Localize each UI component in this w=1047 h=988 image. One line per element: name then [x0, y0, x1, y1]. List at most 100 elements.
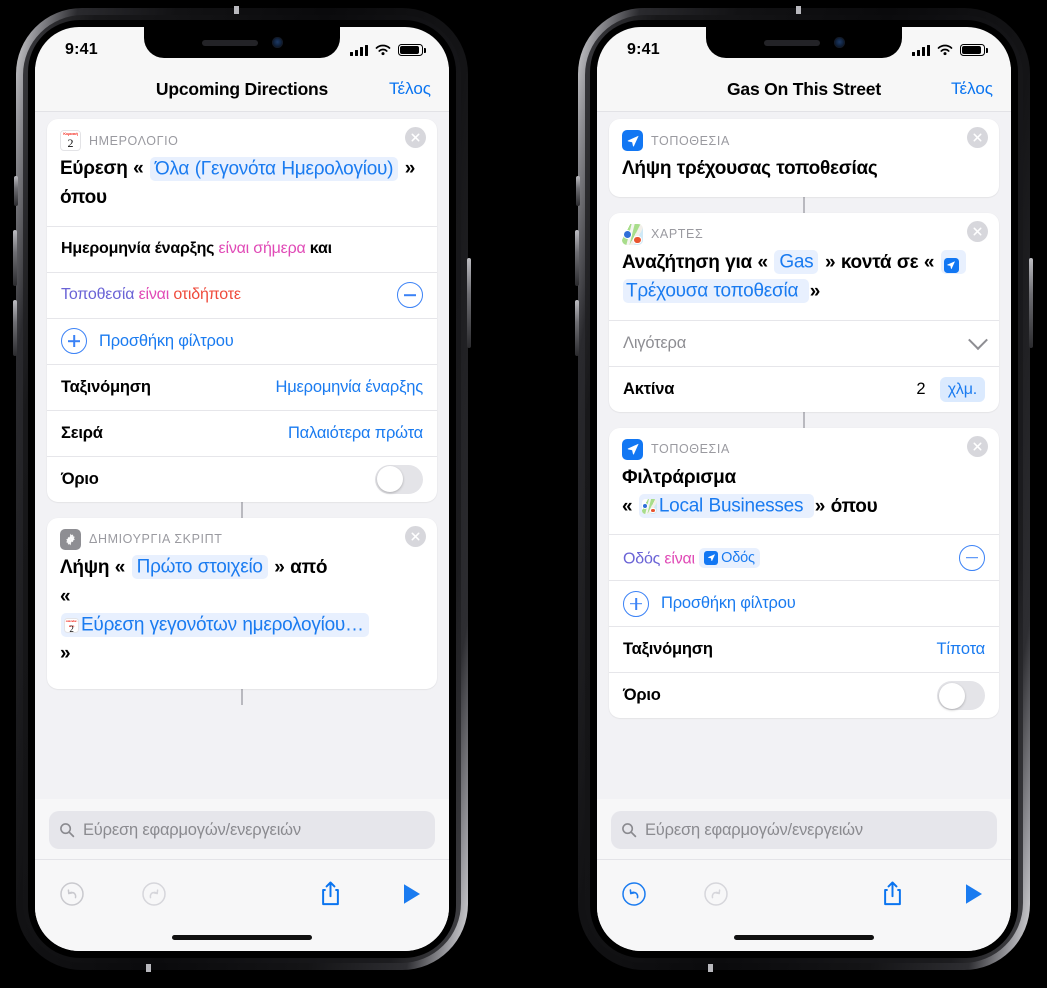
undo-icon[interactable] [57, 879, 87, 909]
action-description[interactable]: Αναζήτηση για « Gas » κοντά σε « Τρέχουσ… [609, 247, 999, 320]
done-button[interactable]: Τέλος [951, 79, 993, 99]
limit-row[interactable]: Όριο [609, 672, 999, 718]
mute-switch[interactable] [14, 176, 18, 206]
action-token-first-item[interactable]: Πρώτο στοιχείο [131, 555, 268, 580]
sort-row[interactable]: Ταξινόμηση Ημερομηνία έναρξης [47, 363, 437, 410]
search-container: Εύρεση εφαρμογών/ενεργειών [35, 799, 449, 859]
search-input[interactable]: Εύρεση εφαρμογών/ενεργειών [611, 811, 997, 849]
editor-toolbar [597, 859, 1011, 921]
close-circle-icon[interactable] [405, 127, 426, 148]
row-value[interactable]: Τίποτα [937, 640, 986, 659]
share-icon[interactable] [315, 879, 345, 909]
maps-icon [622, 223, 643, 245]
card-connector [241, 501, 243, 518]
second-open-guillemet: « [622, 495, 633, 517]
front-camera-icon [271, 37, 283, 48]
radius-unit-button[interactable]: χλμ. [939, 376, 985, 402]
filter-text: Ημερομηνία έναρξης είναι σήμερα και [61, 240, 332, 258]
remove-filter-button[interactable] [959, 544, 985, 571]
volume-down-button[interactable] [13, 300, 17, 356]
redo-icon[interactable] [139, 879, 169, 909]
close-circle-icon[interactable] [405, 525, 426, 547]
action-token-local-businesses[interactable]: Local Businesses [638, 494, 814, 518]
volume-up-button[interactable] [13, 230, 17, 286]
radius-row[interactable]: Ακτίνα 2 χλμ. [609, 365, 999, 412]
close-guillemet: » [824, 251, 836, 273]
action-card-filter-location[interactable]: ΤΟΠΟΘΕΣΙΑ Φιλτράρισμα « Local Businesses… [609, 427, 999, 719]
action-description[interactable]: Εύρεση « Όλα (Γεγονότα Ημερολογίου) » όπ… [47, 153, 437, 226]
filter-row-street[interactable]: Οδός είναι Οδός [609, 534, 999, 580]
close-guillemet: » [274, 556, 285, 578]
cellular-bars-icon [350, 44, 368, 56]
shortcut-actions-list[interactable]: ΤΟΠΟΘΕΣΙΑ Λήψη τρέχουσας τοποθεσίας ΧΑΡΤ… [597, 111, 1011, 799]
filter-row-date[interactable]: Ημερομηνία έναρξης είναι σήμερα και [47, 225, 437, 272]
remove-filter-button[interactable] [397, 282, 423, 309]
limit-row[interactable]: Όριο [47, 455, 437, 502]
plus-circle-icon[interactable] [623, 590, 649, 617]
add-filter-row[interactable]: Προσθήκη φίλτρου [47, 317, 437, 364]
home-indicator[interactable] [172, 935, 312, 940]
maps-icon [641, 499, 657, 514]
filter-value: οτιδήποτε [173, 286, 241, 304]
action-prefix: Εύρεση [60, 158, 128, 179]
action-token-query[interactable]: Gas [774, 250, 819, 275]
action-description[interactable]: Φιλτράρισμα « Local Businesses » όπου [609, 462, 999, 535]
bottom-bar: Εύρεση εφαρμογών/ενεργειών [35, 799, 449, 951]
wifi-icon [375, 44, 391, 56]
action-card-maps[interactable]: ΧΑΡΤΕΣ Αναζήτηση για « Gas » κοντά σε « [609, 212, 999, 412]
done-button[interactable]: Τέλος [389, 79, 431, 99]
close-circle-icon[interactable] [967, 435, 988, 457]
volume-up-button[interactable] [575, 230, 579, 286]
play-icon[interactable] [959, 879, 989, 909]
search-container: Εύρεση εφαρμογών/ενεργειών [597, 799, 1011, 859]
row-value[interactable]: Παλαιότερα πρώτα [288, 424, 423, 443]
home-indicator[interactable] [734, 935, 874, 940]
card-app-label: ΧΑΡΤΕΣ [651, 227, 704, 242]
order-row[interactable]: Σειρά Παλαιότερα πρώτα [47, 409, 437, 456]
location-icon [704, 550, 719, 565]
status-indicators [350, 43, 426, 57]
antenna-line-bottom [708, 964, 713, 972]
mute-switch[interactable] [576, 176, 580, 206]
chevron-down-icon[interactable] [968, 330, 988, 351]
row-label: Ταξινόμηση [61, 377, 151, 396]
power-button[interactable] [467, 258, 471, 348]
calendar-icon-day: 2 [69, 624, 74, 633]
undo-icon[interactable] [619, 879, 649, 909]
search-input[interactable]: Εύρεση εφαρμογών/ενεργειών [49, 811, 435, 849]
filter-row-location[interactable]: Τοποθεσία είναι οτιδήποτε [47, 271, 437, 318]
filter-value-pill[interactable]: Οδός [699, 547, 760, 568]
second-close-guillemet: » [60, 643, 71, 665]
card-header: ΧΑΡΤΕΣ [609, 213, 999, 247]
action-suffix: από [290, 556, 328, 578]
shortcut-actions-list[interactable]: Κυριακή 2 ΗΜΕΡΟΛΟΓΙΟ Εύρεση « Όλα (Γεγον… [35, 111, 449, 799]
action-token-find-events[interactable]: calendar-icon 2 Εύρεση γεγονότων ημερολο… [61, 613, 369, 637]
add-filter-row[interactable]: Προσθήκη φίλτρου [609, 580, 999, 626]
phone-right: 9:41 Gas On This Street Τέλος ΤΟΠΟΘΕΣΙΑ … [575, 6, 1033, 972]
filter-operator: είναι [138, 286, 170, 304]
redo-icon[interactable] [701, 879, 731, 909]
action-description[interactable]: Λήψη « Πρώτο στοιχείο » από « calendar-i… [47, 552, 437, 690]
action-card-calendar[interactable]: Κυριακή 2 ΗΜΕΡΟΛΟΓΙΟ Εύρεση « Όλα (Γεγον… [47, 119, 437, 502]
share-icon[interactable] [877, 879, 907, 909]
sort-row[interactable]: Ταξινόμηση Τίποτα [609, 626, 999, 672]
action-token-calendar[interactable]: Όλα (Γεγονότα Ημερολογίου) [150, 156, 399, 181]
action-description[interactable]: Λήψη τρέχουσας τοποθεσίας [609, 153, 999, 197]
filter-attribute: Ημερομηνία έναρξης [61, 240, 215, 258]
action-card-scripting[interactable]: ΔΗΜΙΟΥΡΓΙΑ ΣΚΡΙΠΤ Λήψη « Πρώτο στοιχείο … [47, 517, 437, 690]
card-app-label: ΔΗΜΙΟΥΡΓΙΑ ΣΚΡΙΠΤ [89, 532, 223, 547]
limit-toggle[interactable] [937, 681, 985, 711]
play-icon[interactable] [397, 879, 427, 909]
row-value[interactable]: Ημερομηνία έναρξης [275, 378, 423, 397]
volume-down-button[interactable] [575, 300, 579, 356]
show-less-row[interactable]: Λιγότερα [609, 319, 999, 366]
close-guillemet: » [404, 158, 416, 179]
plus-circle-icon[interactable] [61, 328, 87, 355]
power-button[interactable] [1029, 258, 1033, 348]
close-circle-icon[interactable] [967, 127, 988, 148]
limit-toggle[interactable] [375, 464, 423, 494]
close-circle-icon[interactable] [967, 220, 988, 242]
action-card-location[interactable]: ΤΟΠΟΘΕΣΙΑ Λήψη τρέχουσας τοποθεσίας [609, 119, 999, 197]
radius-value[interactable]: 2 [916, 380, 925, 398]
action-suffix: όπου [60, 186, 107, 208]
